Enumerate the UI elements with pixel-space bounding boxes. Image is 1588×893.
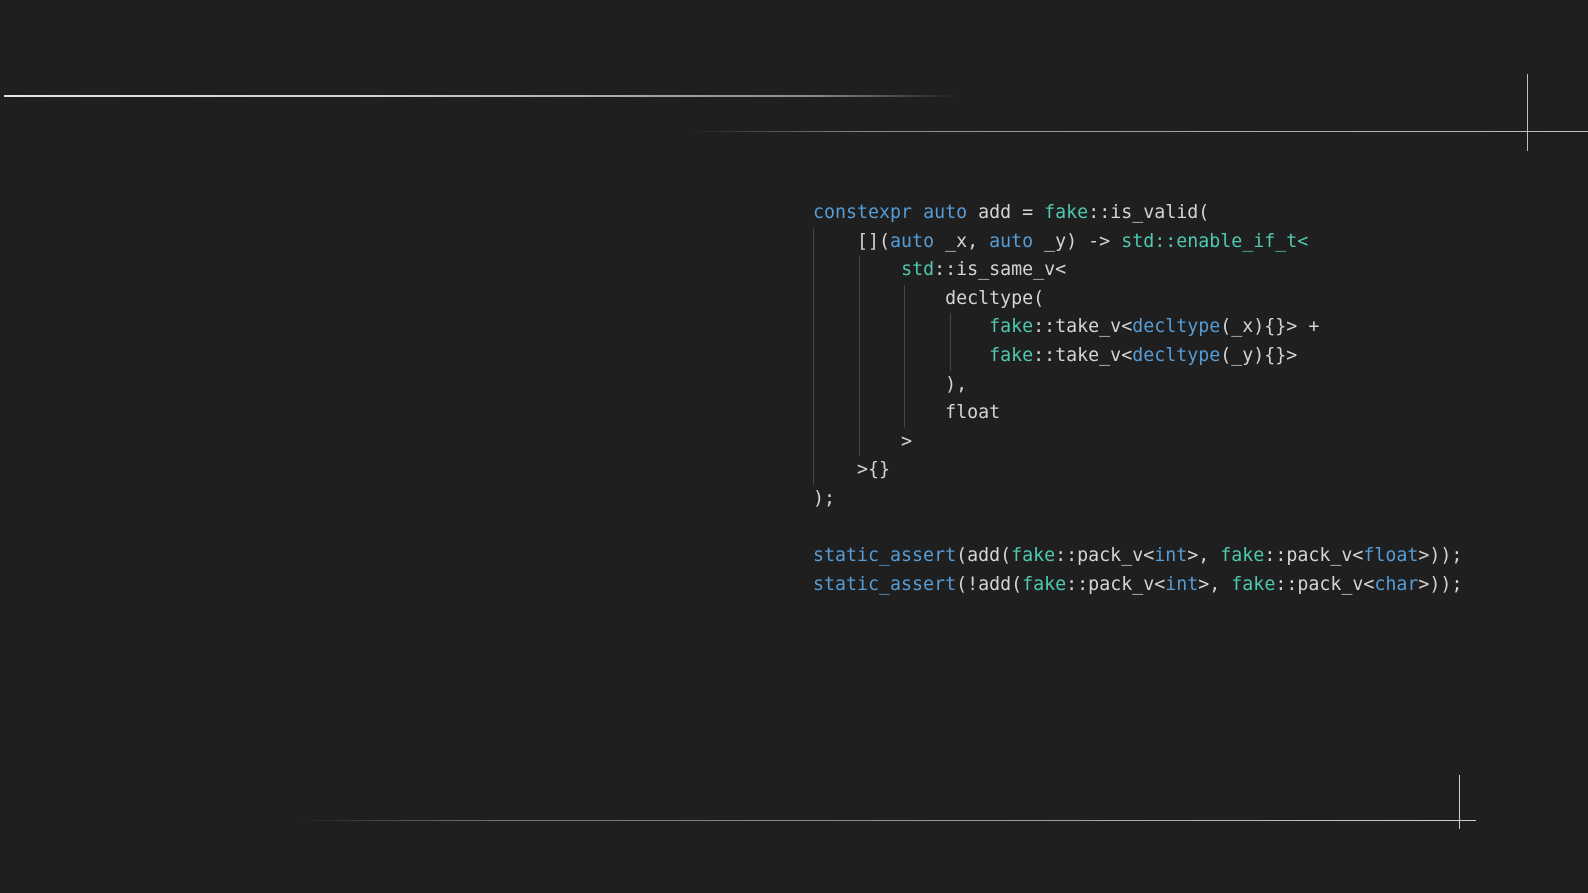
top-corner-tick: [1527, 74, 1528, 151]
code-token: ::is_same_v<: [934, 259, 1067, 281]
code-token: std::enable_if_t<: [1121, 230, 1309, 252]
code-token: [](: [813, 230, 891, 252]
code-token: >));: [1418, 545, 1463, 567]
code-token: fake: [989, 344, 1034, 366]
code-token: int: [1165, 573, 1199, 595]
bottom-divider-line: [296, 820, 1476, 821]
code-token: constexpr: [813, 202, 913, 223]
top-divider-line: [4, 95, 956, 97]
code-token: decltype: [1132, 344, 1221, 366]
code-token: (!add(: [956, 573, 1023, 595]
code-line: static_assert(add(fake::pack_v<int>, fak…: [813, 542, 1462, 571]
code-token: fake: [1220, 545, 1265, 567]
code-token: add =: [967, 202, 1045, 223]
code-token: ::is_valid(: [1088, 202, 1210, 223]
code-line: constexpr auto add = fake::is_valid(: [813, 199, 1462, 228]
code-token: ::pack_v<: [1264, 545, 1364, 567]
code-token: auto: [890, 230, 935, 252]
code-line: >{}: [813, 456, 1462, 485]
code-token: static_assert: [813, 545, 957, 567]
code-token: fake: [1231, 573, 1276, 595]
code-token: float: [813, 402, 1001, 424]
code-line: float: [813, 399, 1462, 428]
code-line: >: [813, 428, 1462, 457]
code-token: >));: [1418, 573, 1463, 595]
code-token: ::take_v<: [1033, 344, 1133, 366]
code-token: fake: [989, 316, 1034, 338]
code-token: >: [813, 430, 913, 452]
indent-guide: [858, 256, 860, 457]
code-token: >,: [1187, 545, 1221, 567]
code-line: [](auto _x, auto _y) -> std::enable_if_t…: [813, 228, 1462, 257]
code-token: decltype(: [813, 287, 1045, 309]
code-token: (_x){}> +: [1220, 316, 1320, 338]
code-token: float: [1363, 545, 1419, 567]
code-token: _y) ->: [1033, 230, 1122, 252]
indent-guide: [949, 313, 951, 371]
code-token: fake: [1022, 573, 1067, 595]
code-line: static_assert(!add(fake::pack_v<int>, fa…: [813, 571, 1462, 600]
code-token: >{}: [813, 459, 891, 481]
code-token: >,: [1198, 573, 1232, 595]
code-token: (_y){}>: [1220, 344, 1298, 366]
code-token: decltype: [1132, 316, 1221, 338]
code-token: fake: [1044, 202, 1089, 223]
code-token: std: [901, 259, 935, 281]
top-secondary-line: [690, 131, 1588, 132]
code-line: std::is_same_v<: [813, 256, 1462, 285]
code-token: int: [1154, 545, 1188, 567]
code-token: ::pack_v<: [1275, 573, 1375, 595]
code-token: _x,: [934, 230, 990, 252]
code-token: );: [813, 487, 836, 509]
code-token: ::pack_v<: [1055, 545, 1155, 567]
code-line: fake::take_v<decltype(_x){}> +: [813, 313, 1462, 342]
code-line: fake::take_v<decltype(_y){}>: [813, 342, 1462, 371]
code-snippet: constexpr auto add = fake::is_valid( [](…: [813, 199, 1462, 599]
code-token: auto: [989, 230, 1034, 252]
code-line: );: [813, 485, 1462, 514]
code-token: static_assert: [813, 573, 957, 595]
bottom-corner-tick: [1459, 775, 1460, 829]
code-token: fake: [1011, 545, 1056, 567]
code-token: auto: [923, 202, 968, 223]
indent-guide: [904, 284, 906, 428]
indent-guide: [813, 227, 814, 485]
code-token: ::pack_v<: [1066, 573, 1166, 595]
code-token: char: [1374, 573, 1419, 595]
code-token: ),: [813, 373, 968, 395]
code-line: ),: [813, 371, 1462, 400]
code-line: decltype(: [813, 285, 1462, 314]
code-token: (add(: [956, 545, 1012, 567]
code-token: ::take_v<: [1033, 316, 1133, 338]
